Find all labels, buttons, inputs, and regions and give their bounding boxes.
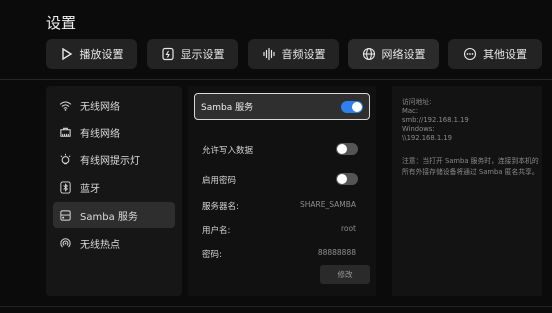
modify-button[interactable]: 修改 <box>320 265 370 284</box>
password-row: 密码: 88888888 <box>202 248 368 260</box>
sidebar-item-label: 无线热点 <box>80 239 120 251</box>
password-value: 88888888 <box>317 248 356 257</box>
server-name-row: 服务器名: SHARE_SAMBA <box>202 200 368 212</box>
sidebar-item-label: 有线网络 <box>80 128 120 140</box>
allow-write-label: 允许写入数据 <box>202 146 254 156</box>
network-sidebar: 无线网络 有线网络 有线网提示灯 蓝牙 Samba 服务 无线热点 <box>46 86 182 296</box>
server-name-label: 服务器名: <box>202 202 239 212</box>
toggle-knob <box>337 174 347 184</box>
tab-label: 播放设置 <box>79 48 124 61</box>
hotspot-icon <box>60 237 71 247</box>
page-title: 设置 <box>46 14 77 32</box>
globe-icon <box>362 47 375 61</box>
tab-display[interactable]: 显示设置 <box>147 39 238 69</box>
sidebar-item-ethernet-light[interactable]: 有线网提示灯 <box>53 146 175 172</box>
sidebar-item-wifi[interactable]: 无线网络 <box>53 92 175 118</box>
samba-service-toggle[interactable] <box>341 100 363 113</box>
samba-service-label: Samba 服务 <box>201 103 254 113</box>
footer-divider <box>0 306 552 307</box>
toggle-knob <box>337 144 347 154</box>
bluetooth-icon <box>60 180 71 194</box>
header-divider <box>0 79 552 80</box>
access-address: 访问地址: Mac: smb://192.168.1.19 Windows: \… <box>402 98 469 142</box>
ethernet-icon <box>60 127 71 137</box>
server-name-value: SHARE_SAMBA <box>299 200 356 209</box>
sidebar-item-label: 有线网提示灯 <box>80 155 140 167</box>
tab-network[interactable]: 网络设置 <box>348 39 439 69</box>
enable-password-row[interactable]: 启用密码 <box>202 173 368 186</box>
samba-service-row[interactable]: Samba 服务 <box>194 93 370 120</box>
sidebar-item-label: Samba 服务 <box>80 211 138 223</box>
enable-password-label: 启用密码 <box>202 176 237 186</box>
samba-settings-panel: Samba 服务 允许写入数据 启用密码 服务器名: SHARE_SAMBA 用… <box>188 86 376 296</box>
samba-icon <box>60 209 71 221</box>
play-icon <box>61 47 72 61</box>
sidebar-item-samba[interactable]: Samba 服务 <box>53 202 175 228</box>
username-value: root <box>340 224 356 233</box>
samba-note: 注意：当打开 Samba 服务时，连接到本机的所有外接存储设备将通过 Samba… <box>402 157 539 176</box>
sidebar-item-label: 蓝牙 <box>80 183 100 195</box>
light-bulb-icon <box>60 153 71 164</box>
more-icon <box>463 47 477 61</box>
tab-label: 其他设置 <box>483 48 527 61</box>
allow-write-toggle[interactable] <box>336 143 358 155</box>
enable-password-toggle[interactable] <box>336 173 358 185</box>
tab-other[interactable]: 其他设置 <box>448 39 542 69</box>
username-row: 用户名: root <box>202 224 368 236</box>
tab-label: 网络设置 <box>381 48 426 61</box>
username-label: 用户名: <box>202 226 231 236</box>
allow-write-row[interactable]: 允许写入数据 <box>202 143 368 156</box>
sidebar-item-hotspot[interactable]: 无线热点 <box>53 230 175 256</box>
sidebar-item-bluetooth[interactable]: 蓝牙 <box>53 174 175 200</box>
password-label: 密码: <box>202 250 222 260</box>
tab-playback[interactable]: 播放设置 <box>46 39 137 69</box>
sidebar-item-ethernet[interactable]: 有线网络 <box>53 119 175 145</box>
tab-label: 显示设置 <box>180 48 225 61</box>
wifi-icon <box>59 101 72 111</box>
display-icon <box>161 47 174 61</box>
tab-label: 音频设置 <box>281 48 326 61</box>
tab-audio[interactable]: 音频设置 <box>248 39 339 69</box>
sidebar-item-label: 无线网络 <box>80 101 120 113</box>
toggle-knob <box>352 101 362 112</box>
audio-wave-icon <box>262 47 275 61</box>
settings-tabs: 播放设置 显示设置 音频设置 网络设置 其他设置 <box>46 39 542 69</box>
info-panel: 访问地址: Mac: smb://192.168.1.19 Windows: \… <box>392 86 542 296</box>
